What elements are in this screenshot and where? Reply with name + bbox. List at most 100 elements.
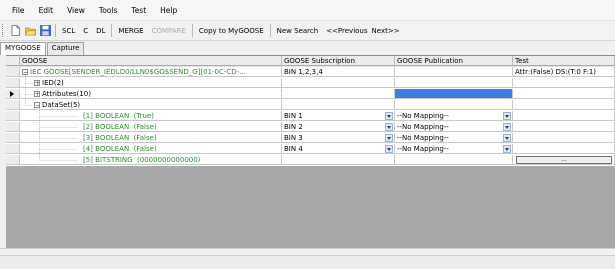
subscription-value: BIN 2 — [284, 123, 303, 131]
scl-button[interactable]: SCL — [58, 27, 79, 35]
subscription-cell[interactable] — [282, 89, 395, 99]
menu-test[interactable]: Test — [124, 6, 153, 15]
next-button[interactable]: Next>> — [372, 27, 404, 35]
chevron-down-icon[interactable] — [503, 145, 511, 153]
table-row-root[interactable]: − IEC GOOSE[SENDER_IEDLD0/LLN0$GO$SEND_G]… — [6, 67, 615, 78]
menu-edit[interactable]: Edit — [32, 6, 61, 15]
subscription-dropdown[interactable]: BIN 4 — [282, 144, 395, 154]
publication-cell[interactable] — [395, 155, 513, 165]
chevron-down-icon[interactable] — [385, 134, 393, 142]
menu-view[interactable]: View — [60, 6, 92, 15]
new-document-icon[interactable] — [10, 25, 21, 36]
test-cell[interactable]: Attr:(False) DS:(T:0 F:1) — [513, 67, 615, 77]
subscription-dropdown[interactable]: BIN 3 — [282, 133, 395, 143]
subscription-dropdown[interactable]: BIN 1 — [282, 111, 395, 121]
goose-root-cell[interactable]: − IEC GOOSE[SENDER_IEDLD0/LLN0$GO$SEND_G]… — [20, 67, 282, 77]
test-cell[interactable] — [513, 133, 615, 143]
row-header[interactable] — [6, 67, 20, 77]
new-search-button[interactable]: New Search — [273, 27, 323, 35]
subscription-cell[interactable] — [282, 155, 395, 165]
publication-cell[interactable] — [395, 67, 513, 77]
horizontal-scroll-area[interactable] — [0, 248, 615, 255]
chevron-down-icon[interactable] — [385, 123, 393, 131]
chevron-down-icon[interactable] — [503, 112, 511, 120]
row-header-current[interactable] — [6, 89, 20, 99]
test-cell[interactable] — [513, 144, 615, 154]
test-cell[interactable] — [513, 100, 615, 110]
toolbar-separator — [111, 24, 113, 37]
dataset-item-cell[interactable]: [5] BITSTRING (0000000000000) — [20, 155, 282, 165]
row-header[interactable] — [6, 144, 20, 154]
subscription-cell[interactable] — [282, 78, 395, 88]
grid-header: GOOSE GOOSE Subscription GOOSE Publicati… — [6, 56, 615, 67]
subscription-cell[interactable] — [282, 100, 395, 110]
test-cell[interactable] — [513, 89, 615, 99]
tab-capture[interactable]: Capture — [46, 42, 85, 55]
table-row[interactable]: [4] BOOLEAN (False) BIN 4 --No Mapping-- — [6, 144, 615, 155]
publication-cell[interactable] — [395, 78, 513, 88]
menu-file[interactable]: File — [0, 6, 32, 15]
menu-tools[interactable]: Tools — [92, 6, 124, 15]
dataset-item-cell[interactable]: [2] BOOLEAN (False) — [20, 122, 282, 132]
copy-to-mygoose-button[interactable]: Copy to MyGOOSE — [195, 27, 268, 35]
test-cell[interactable]: ... — [513, 155, 615, 165]
column-header-goose[interactable]: GOOSE — [20, 56, 282, 66]
attributes-cell[interactable]: + Attributes(10) — [20, 89, 282, 99]
item-value: (False) — [133, 145, 157, 153]
row-header[interactable] — [6, 78, 20, 88]
row-header[interactable] — [6, 155, 20, 165]
dl-button[interactable]: DL — [92, 27, 109, 35]
previous-button[interactable]: <<Previous — [322, 27, 371, 35]
dataset-label: DataSet(5) — [42, 101, 81, 109]
chevron-down-icon[interactable] — [385, 112, 393, 120]
menu-help[interactable]: Help — [153, 6, 184, 15]
row-header[interactable] — [6, 111, 20, 121]
expand-icon[interactable]: + — [34, 80, 40, 87]
column-header-subscription[interactable]: GOOSE Subscription — [282, 56, 395, 66]
c-button[interactable]: C — [79, 27, 92, 35]
save-icon[interactable] — [40, 25, 51, 36]
chevron-down-icon[interactable] — [385, 145, 393, 153]
expand-icon[interactable]: + — [34, 91, 40, 98]
merge-button[interactable]: MERGE — [114, 27, 147, 35]
subscription-dropdown[interactable]: BIN 2 — [282, 122, 395, 132]
table-row-attributes[interactable]: + Attributes(10) — [6, 89, 615, 100]
open-folder-icon[interactable] — [25, 25, 36, 36]
publication-cell-selected[interactable] — [395, 89, 513, 99]
dataset-cell[interactable]: − DataSet(5) — [20, 100, 282, 110]
collapse-icon[interactable]: − — [34, 102, 40, 109]
dataset-item-cell[interactable]: [1] BOOLEAN (True) — [20, 111, 282, 121]
status-bar — [0, 255, 615, 269]
column-header-test[interactable]: Test — [513, 56, 615, 66]
collapse-icon[interactable]: − — [22, 69, 28, 76]
test-cell[interactable] — [513, 111, 615, 121]
chevron-down-icon[interactable] — [503, 134, 511, 142]
publication-dropdown[interactable]: --No Mapping-- — [395, 122, 513, 132]
table-row-ied[interactable]: + IED(2) — [6, 78, 615, 89]
publication-dropdown[interactable]: --No Mapping-- — [395, 111, 513, 121]
chevron-down-icon[interactable] — [503, 123, 511, 131]
table-row[interactable]: [2] BOOLEAN (False) BIN 2 --No Mapping-- — [6, 122, 615, 133]
test-cell[interactable] — [513, 78, 615, 88]
table-row[interactable]: [1] BOOLEAN (True) BIN 1 --No Mapping-- — [6, 111, 615, 122]
item-label: [5] BITSTRING — [83, 156, 133, 164]
dataset-item-cell[interactable]: [3] BOOLEAN (False) — [20, 133, 282, 143]
tab-mygoose[interactable]: MYGOOSE — [0, 42, 46, 56]
table-row[interactable]: [3] BOOLEAN (False) BIN 3 --No Mapping-- — [6, 133, 615, 144]
dataset-item-cell[interactable]: [4] BOOLEAN (False) — [20, 144, 282, 154]
publication-dropdown[interactable]: --No Mapping-- — [395, 144, 513, 154]
subscription-cell[interactable]: BIN 1,2,3,4 — [282, 67, 395, 77]
test-cell[interactable] — [513, 122, 615, 132]
table-row[interactable]: [5] BITSTRING (0000000000000) ... — [6, 155, 615, 166]
column-header-publication[interactable]: GOOSE Publication — [395, 56, 513, 66]
item-label: [4] BOOLEAN — [83, 145, 130, 153]
ellipsis-button[interactable]: ... — [516, 156, 612, 164]
compare-button[interactable]: COMPARE — [148, 27, 190, 35]
ied-cell[interactable]: + IED(2) — [20, 78, 282, 88]
row-header[interactable] — [6, 122, 20, 132]
table-row-dataset[interactable]: − DataSet(5) — [6, 100, 615, 111]
row-header[interactable] — [6, 100, 20, 110]
publication-dropdown[interactable]: --No Mapping-- — [395, 133, 513, 143]
publication-cell[interactable] — [395, 100, 513, 110]
row-header[interactable] — [6, 133, 20, 143]
